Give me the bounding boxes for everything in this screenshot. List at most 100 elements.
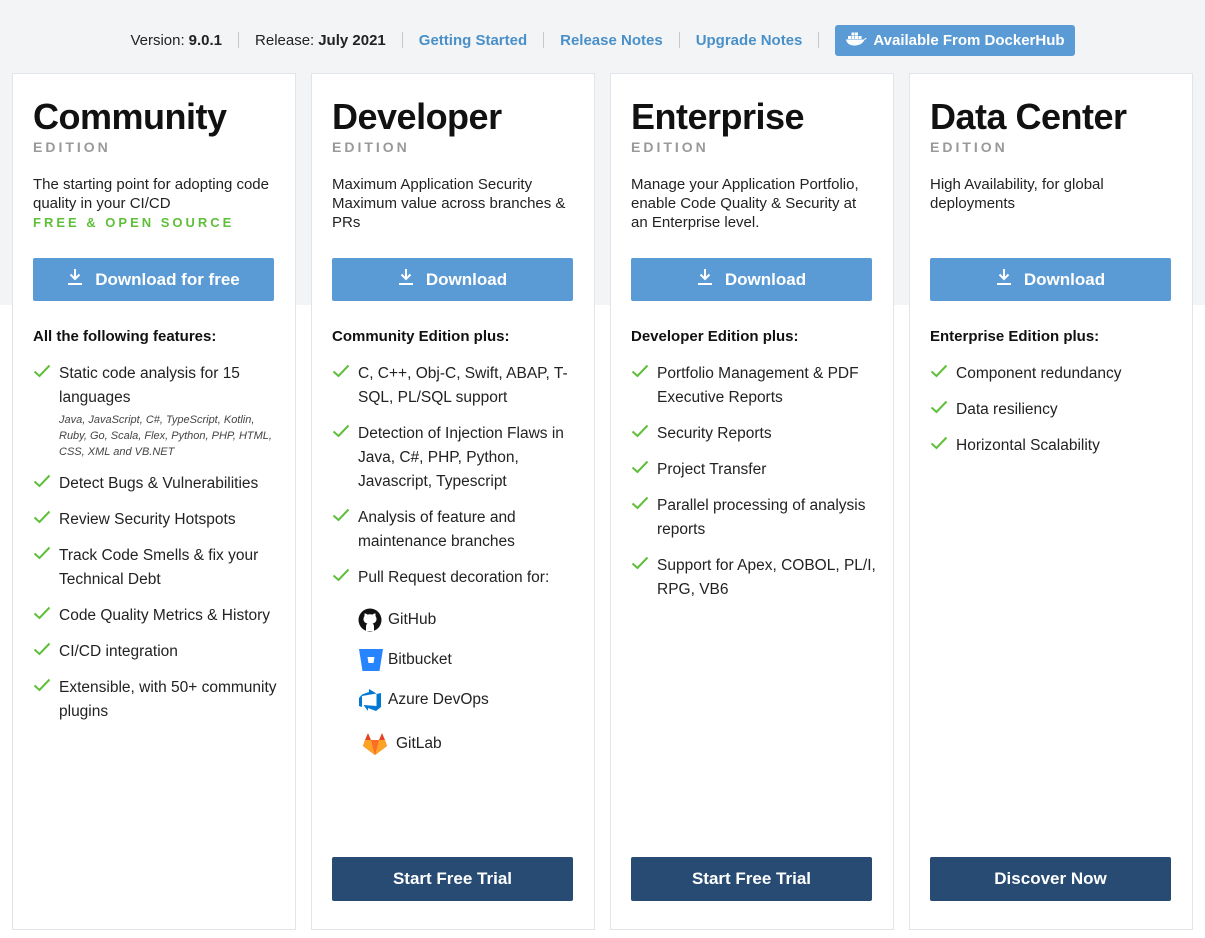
features-heading: All the following features: — [33, 328, 217, 345]
feature-text: Extensible, with 50+ community plugins — [59, 679, 277, 720]
download-button[interactable]: Download for free — [33, 258, 274, 301]
feature-list: Component redundancy Data resiliency Hor… — [930, 362, 1175, 470]
feature-text: Component redundancy — [956, 365, 1122, 382]
feature-text: C, C++, Obj-C, Swift, ABAP, T-SQL, PL/SQ… — [358, 365, 568, 406]
features-heading: Community Edition plus: — [332, 328, 510, 345]
feature-text: Analysis of feature and maintenance bran… — [358, 509, 516, 550]
check-icon — [33, 362, 59, 383]
feature-text: Horizontal Scalability — [956, 437, 1100, 454]
feature-item: Track Code Smells & fix your Technical D… — [33, 544, 278, 592]
provider-label: Azure DevOps — [388, 691, 489, 708]
edition-description: Maximum Application Security Maximum val… — [332, 176, 566, 231]
download-label: Download — [724, 269, 807, 289]
azure-devops-icon — [358, 688, 388, 712]
feature-item: Code Quality Metrics & History — [33, 604, 278, 628]
download-icon — [697, 268, 713, 291]
provider-label: GitHub — [388, 611, 437, 628]
feature-item: Detect Bugs & Vulnerabilities — [33, 472, 278, 496]
download-button[interactable]: Download — [930, 258, 1171, 301]
download-button[interactable]: Download — [631, 258, 872, 301]
feature-text: Pull Request decoration for: — [358, 569, 550, 586]
docker-icon — [845, 30, 868, 50]
divider — [678, 32, 680, 48]
edition-title: Enterprise — [631, 96, 805, 137]
community-edition-card: Community EDITION The starting point for… — [12, 73, 296, 930]
download-label: Download — [1023, 269, 1106, 289]
download-icon — [67, 268, 83, 291]
divider — [818, 32, 820, 48]
discover-now-button[interactable]: Discover Now — [930, 857, 1171, 901]
download-icon — [996, 268, 1012, 291]
start-free-trial-button[interactable]: Start Free Trial — [631, 857, 872, 901]
feature-list: C, C++, Obj-C, Swift, ABAP, T-SQL, PL/SQ… — [332, 362, 577, 602]
check-icon — [631, 362, 657, 383]
feature-text: Support for Apex, COBOL, PL/I, RPG, VB6 — [657, 557, 876, 598]
version-bar: Version: 9.0.1 Release: July 2021 Gettin… — [0, 22, 1205, 58]
features-heading: Enterprise Edition plus: — [930, 328, 1100, 345]
provider-github: GitHub — [358, 600, 489, 640]
download-button[interactable]: Download — [332, 258, 573, 301]
getting-started-link[interactable]: Getting Started — [419, 32, 527, 49]
check-icon — [33, 640, 59, 661]
check-icon — [33, 472, 59, 493]
feature-text: Security Reports — [657, 425, 772, 442]
feature-list: Static code analysis for 15 languages Jav… — [33, 362, 278, 736]
divider — [543, 32, 545, 48]
download-label: Download for free — [95, 269, 240, 289]
feature-item: Security Reports — [631, 422, 876, 446]
feature-item: Pull Request decoration for: — [332, 566, 577, 590]
feature-list: Portfolio Management & PDF Executive Rep… — [631, 362, 876, 614]
edition-subtitle: EDITION — [930, 139, 1008, 155]
provider-azure-devops: Azure DevOps — [358, 680, 489, 720]
provider-label: Bitbucket — [388, 651, 452, 668]
check-icon — [33, 676, 59, 697]
divider — [401, 32, 403, 48]
edition-title: Developer — [332, 96, 502, 137]
check-icon — [33, 544, 59, 565]
feature-text: Data resiliency — [956, 401, 1058, 418]
feature-text: Portfolio Management & PDF Executive Rep… — [657, 365, 859, 406]
edition-subtitle: EDITION — [33, 139, 111, 155]
edition-subtitle: EDITION — [631, 139, 709, 155]
feature-item: Horizontal Scalability — [930, 434, 1175, 458]
check-icon — [930, 398, 956, 419]
start-free-trial-button[interactable]: Start Free Trial — [332, 857, 573, 901]
feature-item: CI/CD integration — [33, 640, 278, 664]
upgrade-notes-link[interactable]: Upgrade Notes — [696, 32, 803, 49]
divider — [238, 32, 240, 48]
check-icon — [930, 362, 956, 383]
check-icon — [631, 494, 657, 515]
feature-item: Parallel processing of analysis reports — [631, 494, 876, 542]
provider-bitbucket: Bitbucket — [358, 640, 489, 680]
feature-item: Project Transfer — [631, 458, 876, 482]
feature-item: Portfolio Management & PDF Executive Rep… — [631, 362, 876, 410]
check-icon — [332, 566, 358, 587]
release-notes-link[interactable]: Release Notes — [560, 32, 663, 49]
check-icon — [631, 554, 657, 575]
check-icon — [631, 422, 657, 443]
feature-item: Extensible, with 50+ community plugins — [33, 676, 278, 724]
pr-provider-list: GitHub Bitbucket Azure DevOps GitLab — [358, 600, 489, 768]
check-icon — [631, 458, 657, 479]
feature-item: Static code analysis for 15 languages Jav… — [33, 362, 278, 460]
check-icon — [332, 506, 358, 527]
feature-text: Detect Bugs & Vulnerabilities — [59, 475, 259, 492]
edition-description: Manage your Application Portfolio, enabl… — [631, 176, 859, 231]
feature-item: Component redundancy — [930, 362, 1175, 386]
edition-title: Data Center — [930, 96, 1127, 137]
bitbucket-icon — [358, 648, 388, 672]
provider-label: GitLab — [396, 735, 442, 752]
dockerhub-button[interactable]: Available From DockerHub — [835, 24, 1075, 56]
edition-subtitle: EDITION — [332, 139, 410, 155]
edition-title: Community — [33, 96, 227, 137]
release-value: July 2021 — [318, 31, 386, 49]
check-icon — [930, 434, 956, 455]
feature-item: Detection of Injection Flaws in Java, C#… — [332, 422, 577, 494]
feature-text: Review Security Hotspots — [59, 511, 236, 528]
download-icon — [398, 268, 414, 291]
dockerhub-label: Available From DockerHub — [873, 31, 1065, 49]
developer-edition-card: Developer EDITION Maximum Application Se… — [311, 73, 595, 930]
feature-item: C, C++, Obj-C, Swift, ABAP, T-SQL, PL/SQ… — [332, 362, 577, 410]
check-icon — [332, 422, 358, 443]
features-heading: Developer Edition plus: — [631, 328, 799, 345]
